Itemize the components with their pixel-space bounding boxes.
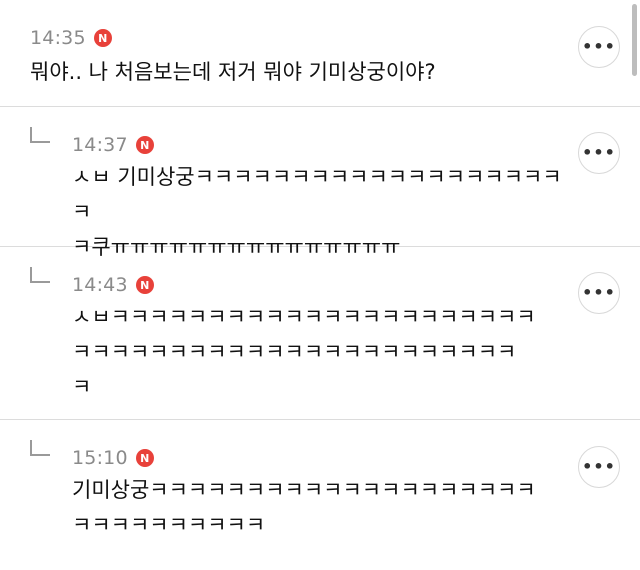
- comment-time: 14:35: [30, 27, 86, 49]
- reply-item: 15:10 N 기미상궁ㅋㅋㅋㅋㅋㅋㅋㅋㅋㅋㅋㅋㅋㅋㅋㅋㅋㅋㅋㅋ ㅋㅋㅋㅋㅋㅋㅋ…: [0, 420, 640, 570]
- comment-text: ㅅㅂㅋㅋㅋㅋㅋㅋㅋㅋㅋㅋㅋㅋㅋㅋㅋㅋㅋㅋㅋㅋㅋㅋ ㅋㅋㅋㅋㅋㅋㅋㅋㅋㅋㅋㅋㅋㅋㅋ…: [72, 305, 536, 399]
- comment-time: 15:10: [72, 447, 128, 469]
- comment-meta: 14:37 N: [72, 133, 154, 157]
- reply-arrow-icon: [30, 127, 50, 143]
- new-badge-icon: N: [135, 449, 154, 467]
- reply-arrow-icon: [30, 267, 50, 283]
- more-options-button[interactable]: •••: [578, 272, 620, 314]
- comment-time: 14:43: [72, 274, 128, 296]
- comment-text: 뭐야.. 나 처음보는데 저거 뭐야 기미상궁이야?: [30, 60, 436, 84]
- reply-item: 14:43 N ㅅㅂㅋㅋㅋㅋㅋㅋㅋㅋㅋㅋㅋㅋㅋㅋㅋㅋㅋㅋㅋㅋㅋㅋ ㅋㅋㅋㅋㅋㅋㅋ…: [0, 247, 640, 420]
- comment-meta: 14:43 N: [72, 273, 154, 297]
- scrollbar[interactable]: [632, 4, 637, 76]
- comment-item: 14:35 N 뭐야.. 나 처음보는데 저거 뭐야 기미상궁이야? •••: [0, 0, 640, 107]
- more-dots-icon: •••: [582, 283, 616, 302]
- comment-time: 14:37: [72, 134, 128, 156]
- more-dots-icon: •••: [582, 143, 616, 162]
- reply-item: 14:37 N ㅅㅂ 기미상궁ㅋㅋㅋㅋㅋㅋㅋㅋㅋㅋㅋㅋㅋㅋㅋㅋㅋㅋㅋㅋ ㅋ쿠ㅠㅠ…: [0, 107, 640, 259]
- new-badge-icon: N: [135, 136, 154, 154]
- comment-text: 기미상궁ㅋㅋㅋㅋㅋㅋㅋㅋㅋㅋㅋㅋㅋㅋㅋㅋㅋㅋㅋㅋ ㅋㅋㅋㅋㅋㅋㅋㅋㅋㅋ: [72, 478, 536, 537]
- reply-arrow-icon: [30, 440, 50, 456]
- comment-meta: 14:35 N: [30, 26, 112, 50]
- comment-meta: 15:10 N: [72, 446, 154, 470]
- new-badge-icon: N: [135, 276, 154, 294]
- more-options-button[interactable]: •••: [578, 132, 620, 174]
- new-badge-icon: N: [93, 29, 112, 47]
- more-dots-icon: •••: [582, 457, 616, 476]
- more-dots-icon: •••: [582, 37, 616, 56]
- more-options-button[interactable]: •••: [578, 446, 620, 488]
- more-options-button[interactable]: •••: [578, 26, 620, 68]
